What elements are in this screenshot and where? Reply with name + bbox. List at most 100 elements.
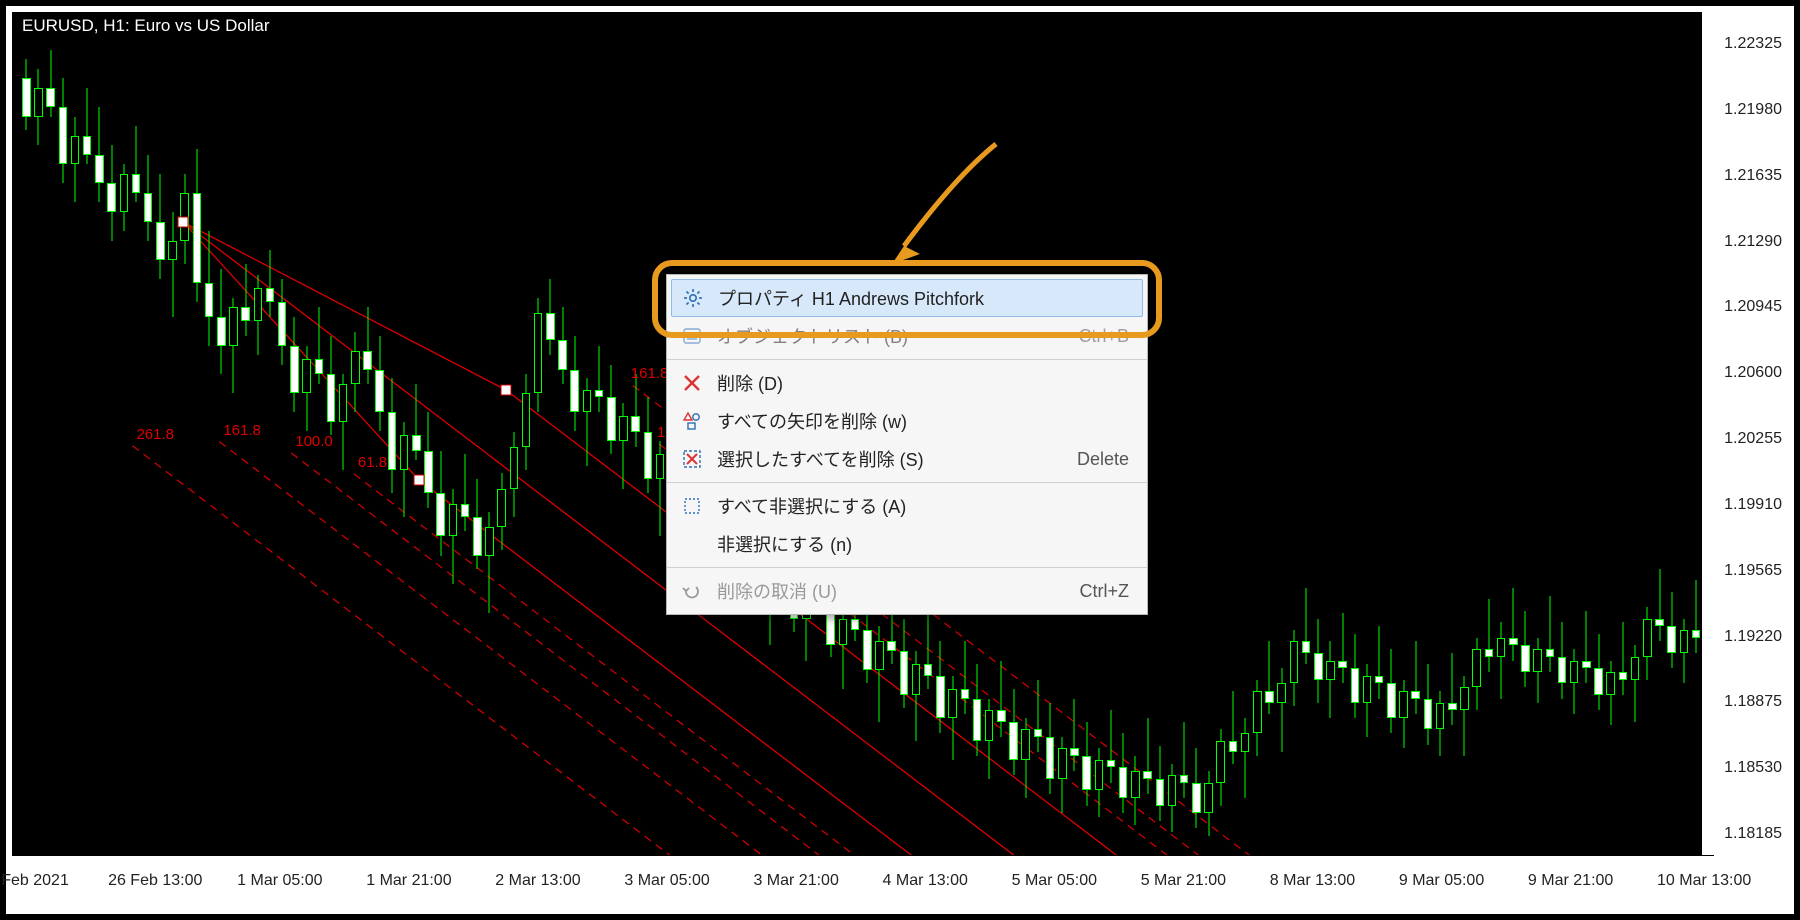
menu-item-label: プロパティ H1 Andrews Pitchfork <box>718 285 1128 311</box>
time-tick: 26 Feb 13:00 <box>108 872 202 890</box>
shapes-icon <box>681 410 703 432</box>
candle <box>193 12 202 868</box>
candle <box>388 12 397 868</box>
time-tick: 1 Mar 05:00 <box>237 872 322 890</box>
candle <box>1546 12 1555 868</box>
menu-item[interactable]: オブジェクトリスト (B)Ctrl+B <box>667 317 1147 355</box>
pitchfork-anchor[interactable] <box>414 475 425 486</box>
candle <box>71 12 80 868</box>
candle <box>1375 12 1384 868</box>
candle <box>1448 12 1457 868</box>
candle <box>83 12 92 868</box>
menu-separator <box>667 359 1147 360</box>
candle <box>1594 12 1603 868</box>
price-tick: 1.18875 <box>1724 693 1782 711</box>
candle <box>22 12 31 868</box>
candle <box>1351 12 1360 868</box>
time-tick: 3 Mar 05:00 <box>624 872 709 890</box>
candle <box>1655 12 1664 868</box>
menu-item[interactable]: すべての矢印を削除 (w) <box>667 402 1147 440</box>
candle <box>546 12 555 868</box>
candle <box>1521 12 1530 868</box>
pitchfork-anchor[interactable] <box>501 385 512 396</box>
list-icon <box>681 325 703 347</box>
candle <box>644 12 653 868</box>
candle <box>1606 12 1615 868</box>
candle <box>570 12 579 868</box>
candle <box>1411 12 1420 868</box>
candle <box>254 12 263 868</box>
candle <box>473 12 482 868</box>
menu-item[interactable]: 非選択にする (n) <box>667 525 1147 563</box>
time-tick: 5 Mar 05:00 <box>1012 872 1097 890</box>
price-tick: 1.19565 <box>1724 562 1782 580</box>
pitchfork-anchor[interactable] <box>178 217 189 228</box>
candle <box>534 12 543 868</box>
fib-label: 261.8 <box>136 426 174 443</box>
menu-item[interactable]: プロパティ H1 Andrews Pitchfork <box>671 279 1143 317</box>
menu-item[interactable]: 選択したすべてを削除 (S)Delete <box>667 440 1147 478</box>
menu-item-accel: Ctrl+B <box>1078 326 1129 347</box>
candle <box>266 12 275 868</box>
candle <box>558 12 567 868</box>
price-tick: 1.19220 <box>1724 628 1782 646</box>
candle <box>436 12 445 868</box>
candle <box>1680 12 1689 868</box>
candle <box>278 12 287 868</box>
candle <box>1472 12 1481 868</box>
candle <box>351 12 360 868</box>
candle <box>583 12 592 868</box>
candle <box>34 12 43 868</box>
candle <box>1253 12 1262 868</box>
candle <box>424 12 433 868</box>
price-tick: 1.18530 <box>1724 759 1782 777</box>
price-tick: 1.20255 <box>1724 430 1782 448</box>
candle <box>1631 12 1640 868</box>
candle <box>1290 12 1299 868</box>
menu-item[interactable]: 削除 (D) <box>667 364 1147 402</box>
time-tick: 4 Mar 13:00 <box>883 872 968 890</box>
fib-label: 100.0 <box>295 433 333 450</box>
candle <box>1497 12 1506 868</box>
fib-label: 161.8 <box>223 422 261 439</box>
candle <box>1363 12 1372 868</box>
candle <box>595 12 604 868</box>
candle <box>631 12 640 868</box>
fib-label: 161.8 <box>631 365 669 382</box>
candle <box>363 12 372 868</box>
candle <box>1265 12 1274 868</box>
candle <box>205 12 214 868</box>
menu-separator <box>667 567 1147 568</box>
candle <box>1582 12 1591 868</box>
menu-item-label: すべて非選択にする (A) <box>717 493 1129 519</box>
candle <box>1180 12 1189 868</box>
candle <box>1692 12 1701 868</box>
candle <box>241 12 250 868</box>
candle <box>46 12 55 868</box>
candle <box>1338 12 1347 868</box>
candle <box>449 12 458 868</box>
candle <box>1533 12 1542 868</box>
context-menu: プロパティ H1 Andrews Pitchfork オブジェクトリスト (B)C… <box>666 274 1148 615</box>
candle <box>229 12 238 868</box>
candle <box>510 12 519 868</box>
candle <box>217 12 226 868</box>
candle <box>1229 12 1238 868</box>
time-tick: 25 Feb 2021 <box>0 872 69 890</box>
candle <box>1326 12 1335 868</box>
price-tick: 1.22325 <box>1724 35 1782 53</box>
menu-item[interactable]: すべて非選択にする (A) <box>667 487 1147 525</box>
candle <box>400 12 409 868</box>
time-tick: 5 Mar 21:00 <box>1141 872 1226 890</box>
undo-icon <box>681 580 703 602</box>
menu-separator <box>667 482 1147 483</box>
delete-x-icon <box>681 372 703 394</box>
candle <box>1241 12 1250 868</box>
candle <box>497 12 506 868</box>
price-tick: 1.19910 <box>1724 496 1782 514</box>
menu-item: 削除の取消 (U)Ctrl+Z <box>667 572 1147 610</box>
price-tick: 1.20600 <box>1724 364 1782 382</box>
candle <box>1558 12 1567 868</box>
candle <box>461 12 470 868</box>
candle <box>1387 12 1396 868</box>
